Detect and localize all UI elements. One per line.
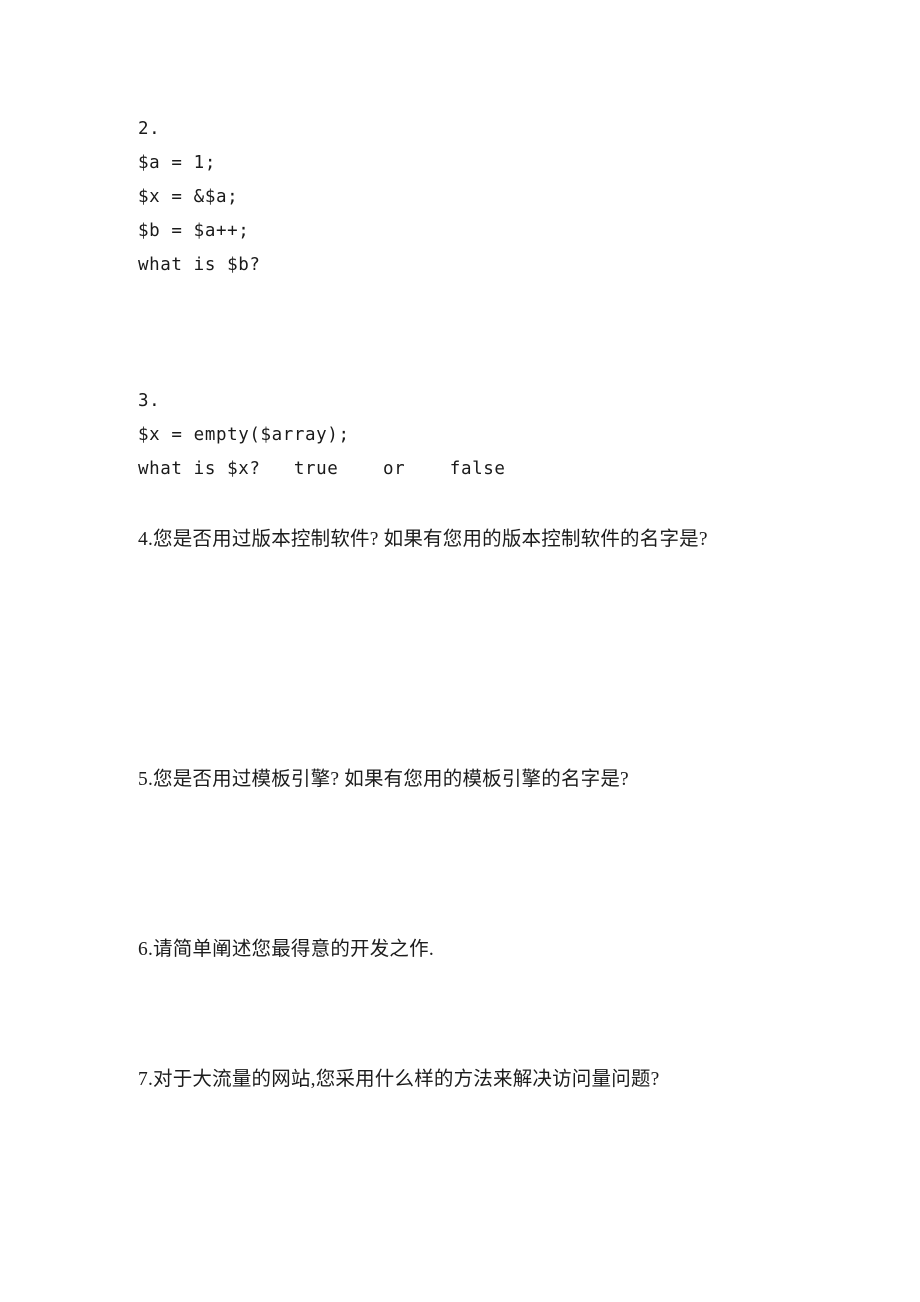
document-page: 2. $a = 1; $x = &$a; $b = $a++; what is … (0, 0, 920, 1302)
code-line-reference-x: $x = &$a; (138, 187, 239, 207)
code-line-prompt-b: what is $b? (138, 255, 261, 275)
question-number-3: 3. (138, 391, 161, 411)
code-line-prompt-x-choices: what is $x? true or false (138, 459, 506, 479)
question-5-text: 5.您是否用过模板引擎? 如果有您用的模板引擎的名字是? (138, 769, 629, 790)
question-7-text: 7.对于大流量的网站,您采用什么样的方法来解决访问量问题? (138, 1069, 660, 1090)
question-number-2: 2. (138, 119, 161, 139)
code-line-assign-a: $a = 1; (138, 153, 216, 173)
code-line-postincrement-b: $b = $a++; (138, 221, 250, 241)
question-6-text: 6.请简单阐述您最得意的开发之作. (138, 939, 434, 960)
code-block-question-3: 3. $x = empty($array); what is $x? true … (138, 384, 505, 486)
code-block-question-2: 2. $a = 1; $x = &$a; $b = $a++; what is … (138, 112, 261, 282)
code-line-empty-array: $x = empty($array); (138, 425, 350, 445)
question-4-text: 4.您是否用过版本控制软件? 如果有您用的版本控制软件的名字是? (138, 529, 708, 550)
